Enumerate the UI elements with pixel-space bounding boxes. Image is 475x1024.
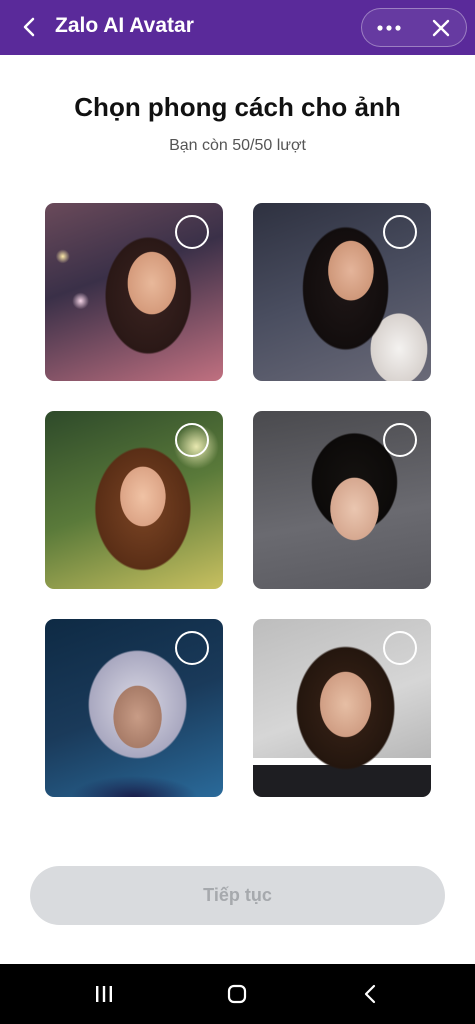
select-radio[interactable] bbox=[175, 215, 209, 249]
app-title: Zalo AI Avatar bbox=[55, 14, 194, 37]
home-button[interactable] bbox=[217, 978, 257, 1010]
style-option-6[interactable] bbox=[253, 619, 431, 797]
recents-icon bbox=[96, 986, 112, 1002]
page-title: Chọn phong cách cho ảnh bbox=[74, 92, 401, 122]
continue-button[interactable]: Tiếp tục bbox=[30, 866, 445, 925]
style-option-1[interactable] bbox=[45, 203, 223, 381]
close-button[interactable] bbox=[422, 13, 460, 43]
more-button[interactable] bbox=[368, 13, 410, 43]
app-header: Zalo AI Avatar bbox=[0, 0, 475, 55]
back-nav-button[interactable] bbox=[350, 978, 390, 1010]
select-radio[interactable] bbox=[175, 631, 209, 665]
select-radio[interactable] bbox=[383, 215, 417, 249]
back-button[interactable] bbox=[14, 12, 44, 42]
style-option-3[interactable] bbox=[45, 411, 223, 589]
more-dots-icon bbox=[377, 25, 401, 31]
system-nav-bar bbox=[0, 964, 475, 1024]
back-icon bbox=[364, 984, 376, 1004]
home-icon bbox=[227, 984, 247, 1004]
remaining-uses: Bạn còn 50/50 lượt bbox=[169, 137, 306, 154]
style-option-4[interactable] bbox=[253, 411, 431, 589]
select-radio[interactable] bbox=[383, 423, 417, 457]
style-option-5[interactable] bbox=[45, 619, 223, 797]
close-icon bbox=[432, 19, 450, 37]
select-radio[interactable] bbox=[175, 423, 209, 457]
select-radio[interactable] bbox=[383, 631, 417, 665]
style-option-2[interactable] bbox=[253, 203, 431, 381]
chevron-left-icon bbox=[23, 17, 35, 37]
header-actions bbox=[361, 8, 467, 47]
recents-button[interactable] bbox=[84, 978, 124, 1010]
